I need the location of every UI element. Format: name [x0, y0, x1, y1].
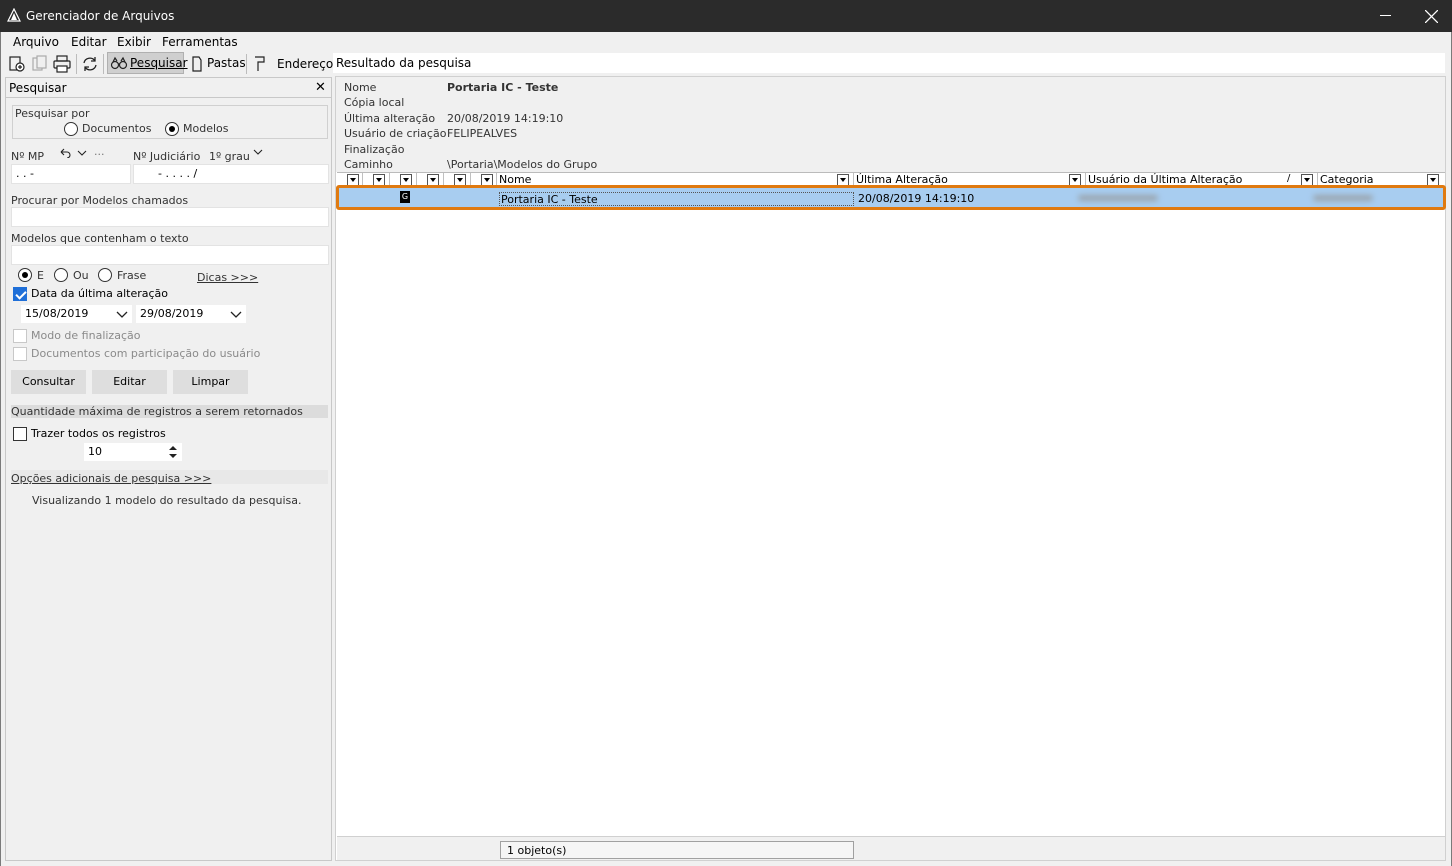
panel-close-icon[interactable]: ✕: [315, 80, 326, 95]
search-panel-header: Pesquisar ✕: [6, 78, 331, 98]
address-icon: [255, 56, 265, 71]
radio-and-label: E: [37, 269, 44, 282]
mp-more-icon[interactable]: ···: [94, 148, 105, 161]
minimize-button[interactable]: [1366, 0, 1406, 32]
clear-button[interactable]: Limpar: [173, 370, 248, 394]
max-records-value: 10: [88, 445, 102, 458]
search-panel: Pesquisar ✕ Pesquisar por Documentos Mod…: [5, 77, 332, 861]
toolbar-separator: [246, 54, 247, 74]
menu-editar[interactable]: Editar: [71, 35, 107, 49]
address-label: Endereço: [277, 57, 334, 71]
query-button[interactable]: Consultar: [11, 370, 86, 394]
max-records-spinner[interactable]: 10: [83, 442, 183, 462]
new-document-icon[interactable]: [7, 54, 27, 74]
folders-icon[interactable]: [187, 54, 207, 74]
tips-link[interactable]: Dicas >>>: [197, 271, 258, 284]
window-border-left: [0, 32, 1, 866]
chevron-down-icon[interactable]: [77, 150, 87, 156]
results-panel: Nome Portaria IC - Teste Cópia local Últ…: [335, 76, 1446, 861]
participation-checkbox[interactable]: [13, 347, 27, 361]
date-from-value: 15/08/2019: [25, 307, 89, 320]
judicial-degree[interactable]: 1º grau: [209, 150, 250, 163]
detail-created-by-label: Usuário de criação: [344, 127, 447, 140]
app-icon: [7, 8, 21, 22]
search-by-label: Pesquisar por: [15, 107, 90, 120]
bring-all-label: Trazer todos os registros: [31, 427, 166, 440]
radio-or[interactable]: [54, 268, 68, 282]
status-count: 1 objeto(s): [500, 841, 854, 859]
chevron-down-icon: [116, 311, 128, 318]
folders-button[interactable]: Pastas: [207, 56, 246, 70]
models-named-label: Procurar por Modelos chamados: [11, 194, 189, 207]
menu-ferramentas[interactable]: Ferramentas: [162, 35, 238, 49]
print-icon[interactable]: [52, 54, 72, 74]
search-button[interactable]: Pesquisar: [107, 52, 188, 74]
window-title: Gerenciador de Arquivos: [26, 9, 175, 23]
radio-or-label: Ou: [73, 269, 89, 282]
radio-models-label: Modelos: [183, 122, 229, 135]
edit-button[interactable]: Editar: [92, 370, 167, 394]
chevron-down-icon: [230, 311, 242, 318]
date-to-select[interactable]: 29/08/2019: [135, 304, 247, 324]
radio-models[interactable]: [165, 122, 179, 136]
close-button[interactable]: [1410, 0, 1452, 32]
toolbar-separator: [76, 54, 77, 74]
search-panel-title: Pesquisar: [9, 81, 67, 95]
detail-last-change-label: Última alteração: [344, 112, 436, 125]
mp-label: Nº MP: [11, 150, 45, 163]
last-change-checkbox[interactable]: [13, 287, 27, 301]
highlight-outline: [336, 185, 1446, 210]
copy-document-icon[interactable]: [30, 54, 50, 74]
sort-indicator: /: [1287, 173, 1291, 184]
max-records-header: Quantidade máxima de registros a serem r…: [11, 405, 328, 418]
max-records-label: Quantidade máxima de registros a serem r…: [11, 405, 303, 418]
chevron-down-icon[interactable]: [253, 149, 263, 155]
detail-path-label: Caminho: [344, 158, 393, 171]
spinner-arrows-icon[interactable]: [169, 445, 177, 459]
detail-created-by-value: FELIPEALVES: [447, 127, 518, 140]
binoculars-icon: [110, 56, 128, 70]
detail-name-value: Portaria IC - Teste: [447, 81, 559, 94]
radio-documents-label: Documentos: [82, 122, 152, 135]
bring-all-checkbox[interactable]: [13, 427, 27, 441]
menu-exibir[interactable]: Exibir: [117, 35, 151, 49]
detail-local-copy-label: Cópia local: [344, 96, 405, 109]
judicial-label: Nº Judiciário: [133, 150, 201, 163]
address-input[interactable]: Resultado da pesquisa: [333, 53, 1445, 73]
undo-icon[interactable]: [59, 148, 71, 158]
search-button-label: Pesquisar: [130, 56, 188, 70]
radio-documents[interactable]: [64, 122, 78, 136]
radio-phrase[interactable]: [98, 268, 112, 282]
detail-path-value: \Portaria\Modelos do Grupo: [447, 158, 598, 171]
radio-and[interactable]: [18, 268, 32, 282]
more-options-link[interactable]: Opções adicionais de pesquisa >>>: [11, 472, 211, 485]
menu-arquivo[interactable]: Arquivo: [13, 35, 59, 49]
status-bar: 1 objeto(s): [337, 836, 1445, 860]
contain-text-label: Modelos que contenham o texto: [11, 232, 189, 245]
date-to-value: 29/08/2019: [140, 307, 204, 320]
contain-text-input[interactable]: [11, 245, 329, 265]
radio-phrase-label: Frase: [117, 269, 147, 282]
last-change-label: Data da última alteração: [31, 287, 168, 300]
toolbar-separator: [103, 54, 104, 74]
models-named-input[interactable]: [11, 207, 329, 227]
participation-label: Documentos com participação do usuário: [31, 347, 261, 360]
judicial-input[interactable]: - . . . . /: [133, 164, 329, 184]
detail-last-change-value: 20/08/2019 14:19:10: [447, 112, 564, 125]
refresh-icon[interactable]: [80, 54, 100, 74]
finalization-checkbox[interactable]: [13, 329, 27, 343]
title-bar: Gerenciador de Arquivos: [0, 0, 1452, 32]
date-from-select[interactable]: 15/08/2019: [20, 304, 133, 324]
detail-name-label: Nome: [344, 81, 377, 94]
result-message: Visualizando 1 modelo do resultado da pe…: [32, 494, 302, 507]
detail-finalization-label: Finalização: [344, 143, 405, 156]
close-icon: [1425, 10, 1438, 23]
details-pane: Nome Portaria IC - Teste Cópia local Últ…: [336, 77, 1445, 172]
finalization-label: Modo de finalização: [31, 329, 141, 342]
mp-input[interactable]: . . -: [11, 164, 131, 184]
